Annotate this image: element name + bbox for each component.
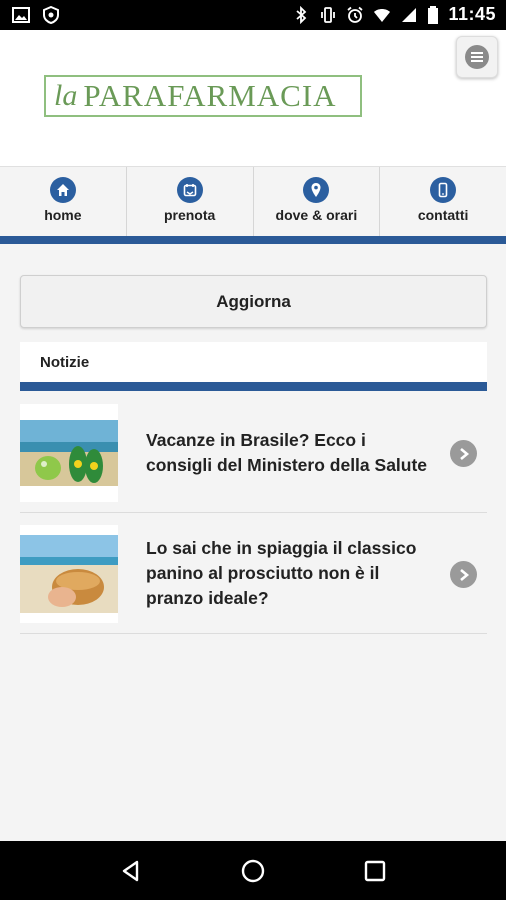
shield-icon	[43, 6, 59, 24]
status-bar: 11:45	[0, 0, 506, 30]
back-icon[interactable]	[118, 858, 144, 884]
clock: 11:45	[448, 4, 496, 24]
menu-icon	[465, 45, 489, 69]
calendar-icon	[176, 177, 203, 203]
section-divider	[20, 382, 487, 391]
beach-sandwich-thumbnail	[20, 524, 118, 623]
nav-label: contatti	[417, 207, 469, 223]
location-pin-icon	[303, 177, 330, 203]
image-icon	[12, 7, 30, 23]
home-circle-icon[interactable]	[240, 858, 266, 884]
menu-button[interactable]	[456, 36, 498, 78]
refresh-button[interactable]: Aggiorna	[20, 275, 487, 328]
beach-flipflops-thumbnail	[20, 403, 118, 502]
system-nav-bar	[0, 841, 506, 900]
alarm-icon	[347, 6, 364, 23]
wifi-icon	[374, 8, 391, 22]
vibrate-icon	[321, 6, 336, 23]
recents-icon[interactable]	[362, 858, 388, 884]
news-item[interactable]: Vacanze in Brasile? Ecco i consigli del …	[20, 393, 487, 513]
app-header: la PARAFARMACIA	[0, 30, 506, 166]
nav-label: dove & orari	[275, 207, 358, 223]
nav-label: prenota	[163, 207, 216, 223]
section-title: Notizie	[20, 342, 487, 382]
brand-logo: la PARAFARMACIA	[44, 75, 362, 117]
chevron-right-icon[interactable]	[450, 440, 477, 467]
nav-item-prenota[interactable]: prenota	[127, 167, 254, 236]
nav-item-dove-orari[interactable]: dove & orari	[254, 167, 381, 236]
news-item[interactable]: Lo sai che in spiaggia il classico panin…	[20, 514, 487, 634]
chevron-right-icon[interactable]	[450, 561, 477, 588]
nav-label: home	[44, 207, 82, 223]
logo-brand: PARAFARMACIA	[83, 78, 337, 113]
bluetooth-icon	[296, 5, 307, 24]
battery-icon	[428, 5, 439, 24]
nav-item-contatti[interactable]: contatti	[380, 167, 506, 236]
home-icon	[49, 177, 76, 203]
main-nav: home prenota dove & orari contatti	[0, 166, 506, 236]
nav-item-home[interactable]: home	[0, 167, 127, 236]
signal-icon	[402, 7, 417, 22]
logo-prefix: la	[54, 79, 78, 112]
nav-divider	[0, 236, 506, 244]
news-title: Vacanze in Brasile? Ecco i consigli del …	[146, 429, 428, 475]
phone-icon	[430, 177, 457, 203]
news-title: Lo sai che in spiaggia il classico panin…	[146, 538, 417, 608]
